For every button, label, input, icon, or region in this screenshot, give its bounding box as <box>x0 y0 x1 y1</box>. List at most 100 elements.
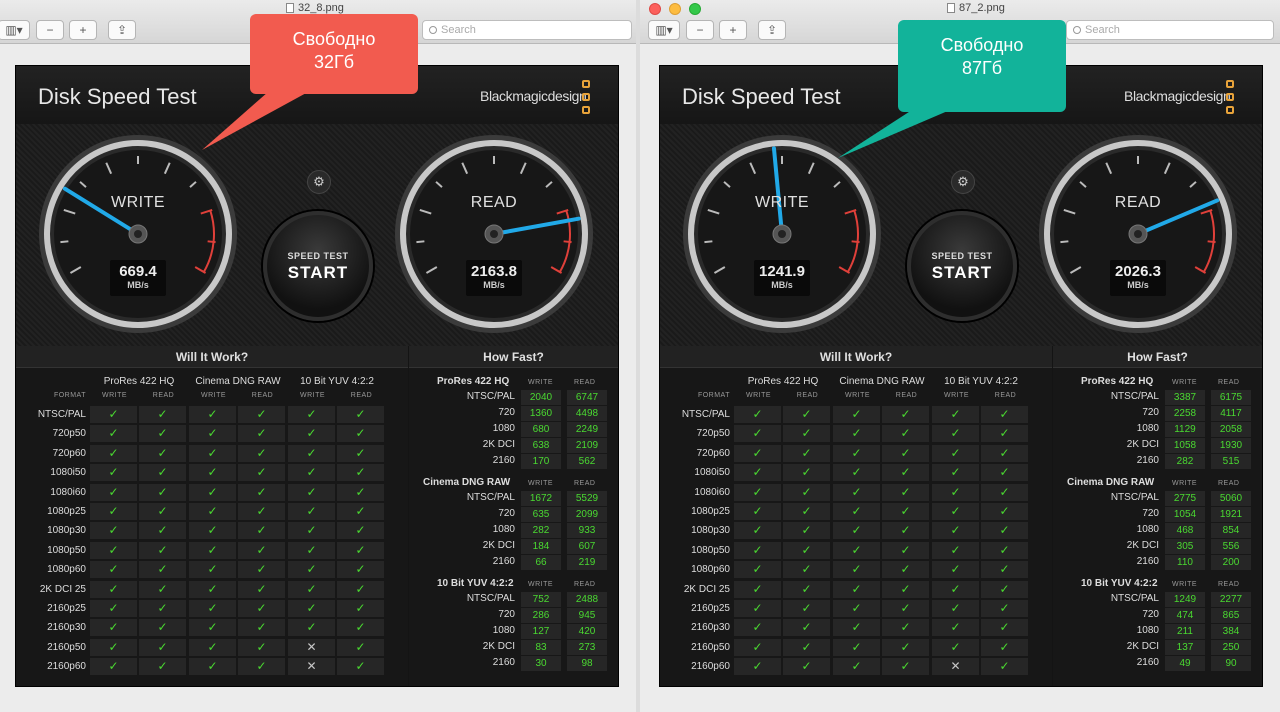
read-speed-value: 6747 <box>567 390 607 405</box>
format-row: 1080i50 ✓ ✓ ✓ ✓ ✓ ✓ <box>660 463 1052 482</box>
free-space-callout: Свободно 32Гб <box>202 14 418 150</box>
format-label: 1080i50 <box>694 467 730 479</box>
check-icon: ✓ <box>981 503 1028 520</box>
read-speed-value: 562 <box>567 454 607 469</box>
sidebar-toggle-button[interactable]: ▥▾ <box>648 20 680 40</box>
format-label: 1080p60 <box>47 564 86 576</box>
format-label: 2160p25 <box>691 603 730 614</box>
check-icon: ✓ <box>90 425 137 443</box>
check-icon: ✓ <box>932 483 979 501</box>
read-speed-value: 6175 <box>1211 390 1251 405</box>
how-fast-group-header: ProRes 422 HQ <box>437 376 510 387</box>
check-icon: ✓ <box>337 638 384 656</box>
zoom-in-button[interactable]: + <box>719 20 747 40</box>
gauge-dial <box>395 135 593 333</box>
write-speed-value: 1058 <box>1165 438 1205 453</box>
format-row: 1080p60 ✓ ✓ ✓ ✓ ✓ ✓ <box>16 560 408 579</box>
read-speed-value: 2488 <box>567 592 607 607</box>
read-speed-value: 250 <box>1211 640 1251 655</box>
check-icon: ✓ <box>288 600 335 617</box>
format-row: 1080p25 ✓ ✓ ✓ ✓ ✓ ✓ <box>660 502 1052 521</box>
read-speed-value: 2109 <box>567 438 607 453</box>
start-button-caption: SPEED TEST <box>287 251 349 261</box>
brand-logo-icon <box>582 106 590 114</box>
check-icon: ✓ <box>288 619 335 637</box>
check-icon: ✓ <box>139 580 186 598</box>
how-fast-row-label: 2160 <box>492 455 515 466</box>
zoom-out-button[interactable]: − <box>686 20 714 40</box>
check-icon: ✓ <box>189 522 236 540</box>
will-it-work-title: Will It Work? <box>16 346 408 368</box>
settings-gear-icon[interactable]: ⚙ <box>307 170 331 194</box>
read-speed-value: 2058 <box>1211 422 1251 437</box>
check-icon: ✓ <box>337 522 384 540</box>
write-column-header: WRITE <box>1172 480 1198 487</box>
format-label: 1080p25 <box>47 506 86 517</box>
check-icon: ✓ <box>189 619 236 637</box>
check-icon: ✓ <box>288 580 335 598</box>
brand-logo-icon <box>1226 106 1234 114</box>
check-icon: ✓ <box>288 483 335 501</box>
close-button[interactable] <box>649 3 661 15</box>
write-speed-value: 1054 <box>1165 507 1205 522</box>
write-speed-value: 1249 <box>1165 592 1205 607</box>
zoom-button[interactable] <box>689 3 701 15</box>
write-speed-value: 286 <box>521 608 561 623</box>
format-row: 1080i60 ✓ ✓ ✓ ✓ ✓ ✓ <box>660 483 1052 502</box>
check-icon: ✓ <box>932 522 979 540</box>
write-speed-value: 1360 <box>521 406 561 421</box>
brand-logo-icon <box>1226 93 1234 101</box>
format-group-header: 10 Bit YUV 4:2:2 <box>944 376 1018 387</box>
write-speed-value: 1129 <box>1165 422 1205 437</box>
settings-gear-icon[interactable]: ⚙ <box>951 170 975 194</box>
write-speed-value: 66 <box>521 555 561 570</box>
how-fast-row-label: 1080 <box>492 625 515 636</box>
check-icon: ✓ <box>932 425 979 443</box>
read-column-header: READ <box>574 581 596 588</box>
minimize-button[interactable] <box>669 3 681 15</box>
format-row: 1080i60 ✓ ✓ ✓ ✓ ✓ ✓ <box>16 483 408 502</box>
write-column-header: WRITE <box>528 379 554 386</box>
check-icon: ✓ <box>734 483 781 501</box>
share-button[interactable]: ⇪ <box>108 20 136 40</box>
zoom-in-button[interactable]: + <box>69 20 97 40</box>
write-column-header: WRITE <box>844 392 871 399</box>
write-speed-value: 282 <box>521 523 561 538</box>
zoom-out-button[interactable]: − <box>36 20 64 40</box>
speed-test-start-button[interactable]: SPEED TEST START <box>263 211 373 321</box>
how-fast-row-label: 2160 <box>1136 455 1159 466</box>
how-fast-row-label: NTSC/PAL <box>466 593 515 604</box>
how-fast-row-label: 2K DCI <box>1126 641 1159 652</box>
check-icon: ✓ <box>981 580 1028 598</box>
format-row: 1080i50 ✓ ✓ ✓ ✓ ✓ ✓ <box>16 463 408 482</box>
check-icon: ✓ <box>139 444 186 462</box>
check-icon: ✓ <box>189 541 236 559</box>
check-icon: ✓ <box>932 444 979 462</box>
check-icon: ✓ <box>882 522 929 540</box>
search-input[interactable]: Search <box>422 20 632 40</box>
sidebar-toggle-button[interactable]: ▥▾ <box>0 20 30 40</box>
check-icon: ✓ <box>90 541 137 559</box>
read-speed-value: 200 <box>1211 555 1251 570</box>
format-label: NTSC/PAL <box>37 409 86 420</box>
check-icon: ✓ <box>734 425 781 443</box>
check-icon: ✓ <box>337 619 384 637</box>
check-icon: ✓ <box>882 503 929 520</box>
how-fast-row-label: 720 <box>498 609 515 620</box>
how-fast-row-label: 720 <box>1142 407 1159 418</box>
check-icon: ✓ <box>882 658 929 676</box>
format-label: 1080p30 <box>691 525 730 537</box>
format-label: 2160p60 <box>691 661 730 673</box>
speed-test-start-button[interactable]: SPEED TEST START <box>907 211 1017 321</box>
share-button[interactable]: ⇪ <box>758 20 786 40</box>
window-filename: 32_8.png <box>298 2 344 14</box>
gauge-label: READ <box>1114 194 1162 211</box>
search-input[interactable]: Search <box>1066 20 1274 40</box>
gauge-readout: 2163.8 MB/s <box>466 260 522 296</box>
read-speed-value: 854 <box>1211 523 1251 538</box>
write-speed-value: 110 <box>1165 555 1205 570</box>
check-icon: ✓ <box>981 658 1028 676</box>
how-fast-row-label: NTSC/PAL <box>1110 492 1159 503</box>
check-icon: ✓ <box>337 580 384 598</box>
write-column-header: WRITE <box>1172 581 1198 588</box>
